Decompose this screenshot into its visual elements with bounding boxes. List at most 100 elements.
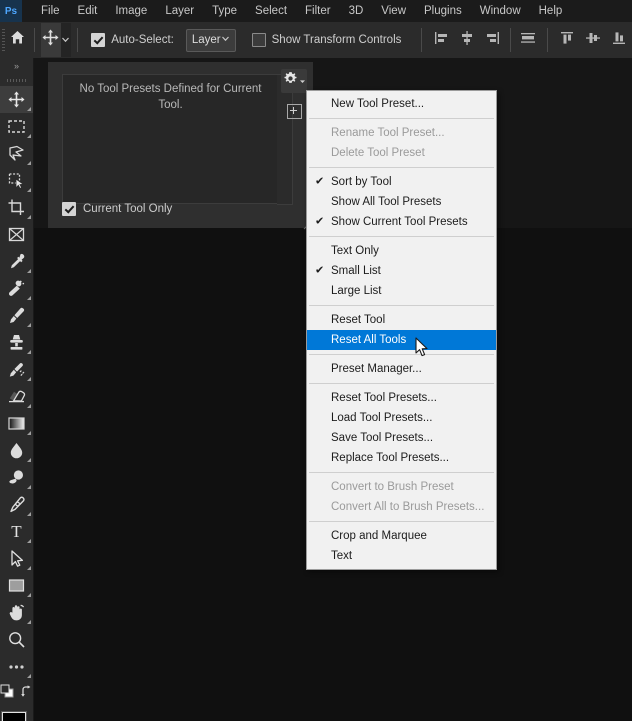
menu-item-large-list[interactable]: Large List bbox=[307, 281, 496, 301]
rectangle-tool[interactable] bbox=[0, 572, 33, 599]
show-transform-controls-checkbox[interactable]: Show Transform Controls bbox=[244, 33, 410, 47]
lasso-tool[interactable] bbox=[0, 140, 33, 167]
tool-presets-scrollbar[interactable] bbox=[277, 74, 293, 205]
collapse-tools-button[interactable]: » bbox=[0, 58, 33, 74]
align-top-edges-button[interactable] bbox=[554, 25, 580, 55]
foreground-color-swatch[interactable] bbox=[2, 712, 26, 721]
menu-item-sort-by-tool[interactable]: ✔ Sort by Tool bbox=[307, 172, 496, 192]
edit-toolbar-tool[interactable] bbox=[0, 653, 33, 680]
tool-presets-panel: No Tool Presets Defined for Current Tool… bbox=[48, 62, 313, 230]
menu-3d[interactable]: 3D bbox=[340, 2, 373, 20]
distribute-horizontally-button[interactable] bbox=[515, 25, 541, 55]
crop-tool[interactable] bbox=[0, 194, 33, 221]
move-tool[interactable] bbox=[0, 86, 33, 113]
current-tool-only-label: Current Tool Only bbox=[83, 203, 173, 215]
menu-file[interactable]: File bbox=[32, 2, 69, 20]
check-icon: ✔ bbox=[315, 175, 325, 188]
gradient-tool[interactable] bbox=[0, 410, 33, 437]
brush-tool[interactable] bbox=[0, 302, 33, 329]
menu-item-reset-tool-presets[interactable]: Reset Tool Presets... bbox=[307, 388, 496, 408]
double-chevron-right-icon: » bbox=[13, 61, 19, 71]
menu-item-small-list[interactable]: ✔ Small List bbox=[307, 261, 496, 281]
default-colors-icon[interactable] bbox=[0, 684, 14, 698]
tool-presets-list[interactable]: No Tool Presets Defined for Current Tool… bbox=[62, 74, 279, 204]
clone-stamp-tool[interactable] bbox=[0, 329, 33, 356]
home-icon bbox=[9, 29, 26, 51]
swap-colors-icon[interactable] bbox=[20, 684, 33, 698]
tools-panel-grip[interactable] bbox=[0, 74, 33, 86]
history-brush-tool[interactable] bbox=[0, 356, 33, 383]
menu-edit[interactable]: Edit bbox=[69, 2, 107, 20]
eyedropper-tool[interactable] bbox=[0, 248, 33, 275]
home-button[interactable] bbox=[7, 22, 29, 58]
hand-tool[interactable] bbox=[0, 599, 33, 626]
current-tool-button[interactable] bbox=[40, 23, 62, 57]
menu-item-label: Rename Tool Preset... bbox=[331, 127, 445, 139]
menu-item-new-tool-preset[interactable]: New Tool Preset... bbox=[307, 94, 496, 114]
blur-tool[interactable] bbox=[0, 437, 33, 464]
pen-tool[interactable] bbox=[0, 491, 33, 518]
menu-image[interactable]: Image bbox=[106, 2, 156, 20]
menu-item-label: Reset Tool bbox=[331, 314, 386, 326]
options-separator-2 bbox=[76, 28, 78, 52]
menu-separator bbox=[309, 354, 494, 355]
auto-select-target-dropdown[interactable]: Layer bbox=[185, 28, 236, 52]
spot-healing-brush-tool[interactable] bbox=[0, 275, 33, 302]
align-horizontal-centers-button[interactable] bbox=[454, 25, 480, 55]
frame-tool-icon bbox=[7, 226, 26, 243]
current-tool-only-checkbox[interactable] bbox=[62, 202, 76, 216]
ellipsis-icon bbox=[7, 663, 26, 671]
menu-item-label: Preset Manager... bbox=[331, 363, 422, 375]
type-tool[interactable]: T bbox=[0, 518, 33, 545]
create-new-tool-preset-button[interactable] bbox=[286, 103, 302, 119]
menu-item-replace-tool-presets[interactable]: Replace Tool Presets... bbox=[307, 448, 496, 468]
menu-plugins[interactable]: Plugins bbox=[415, 2, 471, 20]
align-vertical-centers-button[interactable] bbox=[580, 25, 606, 55]
menu-item-convert-all-to-brush-presets[interactable]: Convert All to Brush Presets... bbox=[307, 497, 496, 517]
align-bottom-edges-button[interactable] bbox=[606, 25, 632, 55]
menu-item-label: Save Tool Presets... bbox=[331, 432, 434, 444]
object-selection-tool[interactable] bbox=[0, 167, 33, 194]
menu-item-label: Text Only bbox=[331, 245, 379, 257]
show-transform-controls-checkbox-box[interactable] bbox=[251, 33, 266, 47]
check-icon: ✔ bbox=[315, 264, 325, 277]
frame-tool[interactable] bbox=[0, 221, 33, 248]
menu-type[interactable]: Type bbox=[203, 2, 246, 20]
menu-layer[interactable]: Layer bbox=[156, 2, 203, 20]
menu-item-show-current-tool-presets[interactable]: ✔ Show Current Tool Presets bbox=[307, 212, 496, 232]
menu-separator bbox=[309, 383, 494, 384]
rectangular-marquee-tool[interactable] bbox=[0, 113, 33, 140]
align-left-edges-button[interactable] bbox=[428, 25, 454, 55]
auto-select-checkbox[interactable]: Auto-Select: bbox=[83, 33, 182, 47]
menu-item-delete-tool-preset[interactable]: Delete Tool Preset bbox=[307, 143, 496, 163]
menu-item-crop-and-marquee[interactable]: Crop and Marquee bbox=[307, 526, 496, 546]
menu-item-reset-all-tools[interactable]: Reset All Tools bbox=[307, 330, 496, 350]
path-selection-tool[interactable] bbox=[0, 545, 33, 572]
menu-item-show-all-tool-presets[interactable]: Show All Tool Presets bbox=[307, 192, 496, 212]
menu-item-load-tool-presets[interactable]: Load Tool Presets... bbox=[307, 408, 496, 428]
menu-item-save-tool-presets[interactable]: Save Tool Presets... bbox=[307, 428, 496, 448]
check-icon: ✔ bbox=[315, 215, 325, 228]
tool-preset-picker-button[interactable] bbox=[61, 23, 71, 57]
menu-item-convert-to-brush-preset[interactable]: Convert to Brush Preset bbox=[307, 477, 496, 497]
options-bar-grip[interactable] bbox=[0, 22, 7, 58]
menu-item-rename-tool-preset[interactable]: Rename Tool Preset... bbox=[307, 123, 496, 143]
auto-select-checkbox-box[interactable] bbox=[91, 33, 106, 47]
menu-item-text-only[interactable]: Text Only bbox=[307, 241, 496, 261]
current-tool-only-row[interactable]: Current Tool Only bbox=[62, 202, 172, 216]
dodge-tool[interactable] bbox=[0, 464, 33, 491]
menu-select[interactable]: Select bbox=[246, 2, 296, 20]
menu-view[interactable]: View bbox=[372, 2, 415, 20]
menu-bar: Ps File Edit Image Layer Type Select Fil… bbox=[0, 0, 632, 22]
menu-window[interactable]: Window bbox=[471, 2, 530, 20]
menu-separator bbox=[309, 472, 494, 473]
menu-item-text[interactable]: Text bbox=[307, 546, 496, 566]
menu-help[interactable]: Help bbox=[530, 2, 572, 20]
zoom-tool[interactable] bbox=[0, 626, 33, 653]
eraser-tool[interactable] bbox=[0, 383, 33, 410]
tool-presets-menu-button[interactable] bbox=[281, 69, 307, 93]
align-right-edges-button[interactable] bbox=[480, 25, 506, 55]
menu-item-preset-manager[interactable]: Preset Manager... bbox=[307, 359, 496, 379]
menu-filter[interactable]: Filter bbox=[296, 2, 340, 20]
menu-item-reset-tool[interactable]: Reset Tool bbox=[307, 310, 496, 330]
